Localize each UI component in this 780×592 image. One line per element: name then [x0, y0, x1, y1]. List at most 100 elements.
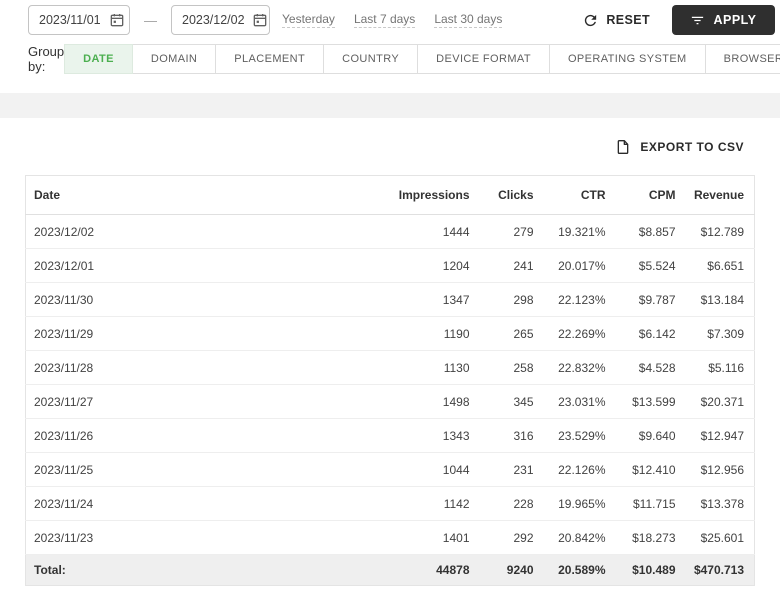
total-row: Total: 44878 9240 20.589% $10.489 $470.7…	[25, 554, 755, 586]
total-cpm: $10.489	[615, 554, 686, 586]
value-cell: $12.956	[685, 452, 755, 487]
date-range-separator: —	[144, 12, 157, 28]
refresh-icon	[585, 14, 597, 26]
group-by-tabs: DATE DOMAIN PLACEMENT COUNTRY DEVICE FOR…	[64, 44, 780, 74]
table-row: 2023/12/02 1444 279 19.321% $8.857 $12.789	[25, 214, 755, 249]
value-cell: 258	[479, 350, 544, 385]
value-cell: $13.184	[685, 282, 755, 317]
tab-country[interactable]: COUNTRY	[323, 44, 419, 74]
value-cell: 1498	[374, 384, 480, 419]
total-label: Total:	[25, 554, 375, 586]
date-from-value[interactable]	[39, 13, 109, 27]
table-row: 2023/11/29 1190 265 22.269% $6.142 $7.309	[25, 316, 755, 351]
value-cell: 22.126%	[543, 452, 616, 487]
value-cell: 231	[479, 452, 544, 487]
table-row: 2023/11/23 1401 292 20.842% $18.273 $25.601	[25, 520, 755, 555]
value-cell: 279	[479, 214, 544, 249]
value-cell: $13.599	[615, 384, 686, 419]
table-body: 2023/12/02 1444 279 19.321% $8.857 $12.789 202…	[25, 214, 755, 555]
tab-device-format[interactable]: DEVICE FORMAT	[417, 44, 550, 74]
value-cell: $4.528	[615, 350, 686, 385]
quick-range-last-7-days[interactable]: Last 7 days	[353, 12, 416, 28]
value-cell: 19.965%	[543, 486, 616, 521]
value-cell: 345	[479, 384, 544, 419]
value-cell: 1204	[374, 248, 480, 283]
value-cell: $5.524	[615, 248, 686, 283]
value-cell: 1142	[374, 486, 480, 521]
value-cell: $11.715	[615, 486, 686, 521]
filter-bar: — Yesterday Last 7 days Last 30 days RES…	[0, 0, 780, 40]
value-cell: 1401	[374, 520, 480, 555]
reset-button[interactable]: RESET	[582, 12, 650, 29]
tab-operating-system[interactable]: OPERATING SYSTEM	[548, 44, 706, 74]
date-cell: 2023/11/27	[25, 384, 375, 419]
value-cell: 20.842%	[543, 520, 616, 555]
value-cell: 265	[479, 316, 544, 351]
quick-range-links: Yesterday Last 7 days Last 30 days	[282, 12, 503, 28]
value-cell: $13.378	[685, 486, 755, 521]
group-by-row: Group by: DATE DOMAIN PLACEMENT COUNTRY …	[0, 40, 780, 78]
value-cell: 22.269%	[543, 316, 616, 351]
table-row: 2023/11/24 1142 228 19.965% $11.715 $13.378	[25, 486, 755, 521]
export-row: EXPORT TO CSV	[0, 118, 780, 155]
date-to-input[interactable]	[171, 5, 270, 35]
tab-placement[interactable]: PLACEMENT	[215, 44, 325, 74]
table-row: 2023/11/30 1347 298 22.123% $9.787 $13.184	[25, 282, 755, 317]
value-cell: 1444	[374, 214, 480, 249]
total-ctr: 20.589%	[543, 554, 616, 586]
total-clicks: 9240	[479, 554, 544, 586]
quick-range-yesterday[interactable]: Yesterday	[282, 12, 335, 28]
date-to-value[interactable]	[182, 13, 252, 27]
tab-domain[interactable]: DOMAIN	[131, 44, 217, 74]
value-cell: $20.371	[685, 384, 755, 419]
col-header-revenue: Revenue	[685, 175, 755, 215]
value-cell: 20.017%	[543, 248, 616, 283]
filter-icon	[692, 16, 704, 24]
tab-date[interactable]: DATE	[64, 44, 133, 74]
value-cell: 23.031%	[543, 384, 616, 419]
value-cell: 1190	[374, 316, 480, 351]
date-cell: 2023/12/01	[25, 248, 375, 283]
reset-label: RESET	[606, 13, 650, 27]
value-cell: 1044	[374, 452, 480, 487]
value-cell: $18.273	[615, 520, 686, 555]
tab-browser[interactable]: BROWSER	[704, 44, 780, 74]
table-row: 2023/11/25 1044 231 22.126% $12.410 $12.956	[25, 452, 755, 487]
value-cell: $12.947	[685, 418, 755, 453]
apply-label: APPLY	[713, 13, 757, 27]
table-row: 2023/12/01 1204 241 20.017% $5.524 $6.651	[25, 248, 755, 283]
date-cell: 2023/11/26	[25, 418, 375, 453]
value-cell: 22.832%	[543, 350, 616, 385]
col-header-date: Date	[25, 175, 375, 215]
col-header-impressions: Impressions	[374, 175, 480, 215]
report-table-wrap: Date Impressions Clicks CTR CPM Revenue …	[25, 175, 755, 586]
export-to-csv-button[interactable]: EXPORT TO CSV	[615, 139, 744, 155]
date-cell: 2023/11/25	[25, 452, 375, 487]
calendar-icon[interactable]	[109, 12, 125, 28]
value-cell: $7.309	[685, 316, 755, 351]
value-cell: $12.410	[615, 452, 686, 487]
date-cell: 2023/11/23	[25, 520, 375, 555]
value-cell: 292	[479, 520, 544, 555]
value-cell: 1343	[374, 418, 480, 453]
value-cell: $25.601	[685, 520, 755, 555]
value-cell: 22.123%	[543, 282, 616, 317]
value-cell: 19.321%	[543, 214, 616, 249]
quick-range-last-30-days[interactable]: Last 30 days	[434, 12, 503, 28]
calendar-icon[interactable]	[252, 12, 268, 28]
apply-button[interactable]: APPLY	[672, 5, 775, 35]
date-cell: 2023/11/30	[25, 282, 375, 317]
report-table: Date Impressions Clicks CTR CPM Revenue …	[25, 175, 755, 586]
col-header-clicks: Clicks	[479, 175, 544, 215]
col-header-cpm: CPM	[615, 175, 686, 215]
value-cell: $6.142	[615, 316, 686, 351]
value-cell: $6.651	[685, 248, 755, 283]
value-cell: $8.857	[615, 214, 686, 249]
table-row: 2023/11/26 1343 316 23.529% $9.640 $12.947	[25, 418, 755, 453]
value-cell: 298	[479, 282, 544, 317]
date-cell: 2023/11/29	[25, 316, 375, 351]
total-impressions: 44878	[374, 554, 480, 586]
col-header-ctr: CTR	[543, 175, 616, 215]
date-from-input[interactable]	[28, 5, 130, 35]
value-cell: 1130	[374, 350, 480, 385]
